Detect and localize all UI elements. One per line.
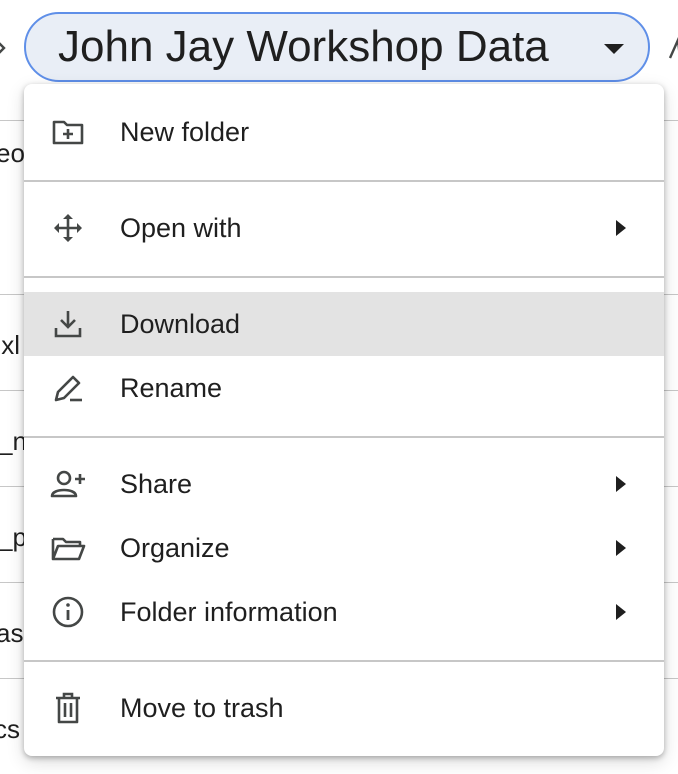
menu-label: Download	[120, 309, 241, 339]
menu-divider	[24, 660, 664, 662]
submenu-arrow-icon	[614, 538, 628, 558]
menu-item-folder-information[interactable]: Folder information	[24, 580, 664, 644]
menu-label: Share	[120, 469, 193, 499]
menu-divider	[24, 180, 664, 182]
menu-label: Organize	[120, 533, 230, 563]
list-item-fragment[interactable]: as	[0, 618, 23, 648]
menu-divider	[24, 436, 664, 438]
trash-icon	[50, 690, 86, 726]
menu-item-new-folder[interactable]: New folder	[24, 100, 664, 164]
menu-divider	[24, 276, 664, 278]
right-edge-icon[interactable]	[668, 36, 678, 62]
caret-down-icon	[604, 44, 624, 56]
menu-item-organize[interactable]: Organize	[24, 516, 664, 580]
menu-label: Rename	[120, 373, 223, 403]
share-person-add-icon	[50, 466, 86, 502]
drive-page: eo .xl _n _p as cs John Jay Workshop Dat…	[0, 0, 678, 774]
menu-item-open-with[interactable]: Open with	[24, 196, 664, 260]
list-item-fragment[interactable]: cs	[0, 714, 20, 744]
menu-item-rename[interactable]: Rename	[24, 356, 664, 420]
rename-pencil-icon	[50, 370, 86, 406]
submenu-arrow-icon	[614, 218, 628, 238]
menu-item-share[interactable]: Share	[24, 452, 664, 516]
new-folder-icon	[50, 114, 86, 150]
info-icon	[50, 594, 86, 630]
menu-label: Open with	[120, 213, 242, 243]
breadcrumb-chevron-icon	[0, 36, 10, 60]
list-item-fragment[interactable]: eo	[0, 138, 25, 168]
menu-label: New folder	[120, 117, 250, 147]
list-item-fragment[interactable]: _p	[0, 522, 27, 552]
submenu-arrow-icon	[614, 474, 628, 494]
folder-context-menu: New folder Open with Download Rename Sha…	[24, 84, 664, 756]
download-icon	[50, 306, 86, 342]
folder-title: John Jay Workshop Data	[58, 22, 549, 71]
menu-label: Folder information	[120, 597, 338, 627]
submenu-arrow-icon	[614, 602, 628, 622]
open-with-move-icon	[50, 210, 86, 246]
list-item-fragment[interactable]: .xl	[0, 330, 20, 360]
menu-item-download[interactable]: Download	[24, 292, 664, 356]
folder-breadcrumb-button[interactable]: John Jay Workshop Data	[24, 12, 650, 82]
menu-label: Move to trash	[120, 693, 284, 723]
organize-folder-open-icon	[50, 530, 86, 566]
list-item-fragment[interactable]: _n	[0, 426, 27, 456]
menu-item-move-to-trash[interactable]: Move to trash	[24, 676, 664, 740]
